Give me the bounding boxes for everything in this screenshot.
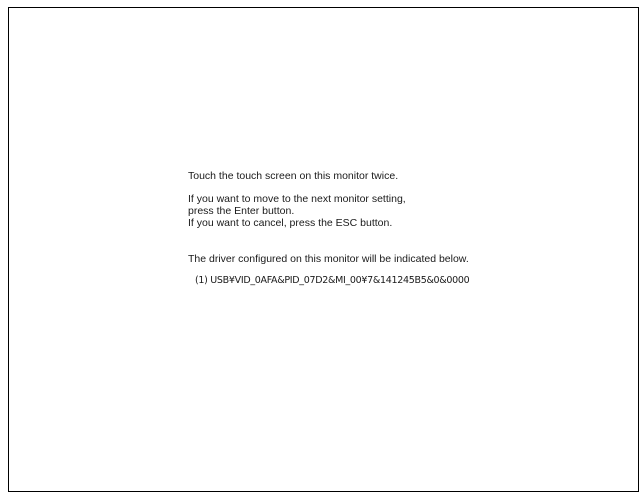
enter-button-instruction-text: press the Enter button.: [188, 205, 295, 217]
driver-heading-text: The driver configured on this monitor wi…: [188, 253, 469, 265]
calibration-instructions: Touch the touch screen on this monitor t…: [188, 170, 628, 287]
cancel-instruction-text: If you want to cancel, press the ESC but…: [188, 217, 393, 229]
driver-entry: (1) USB¥VID_0AFA&PID_07D2&MI_00¥7&141245…: [195, 275, 470, 286]
touch-instruction-text: Touch the touch screen on this monitor t…: [188, 170, 399, 182]
next-monitor-instruction-text: If you want to move to the next monitor …: [188, 193, 406, 205]
